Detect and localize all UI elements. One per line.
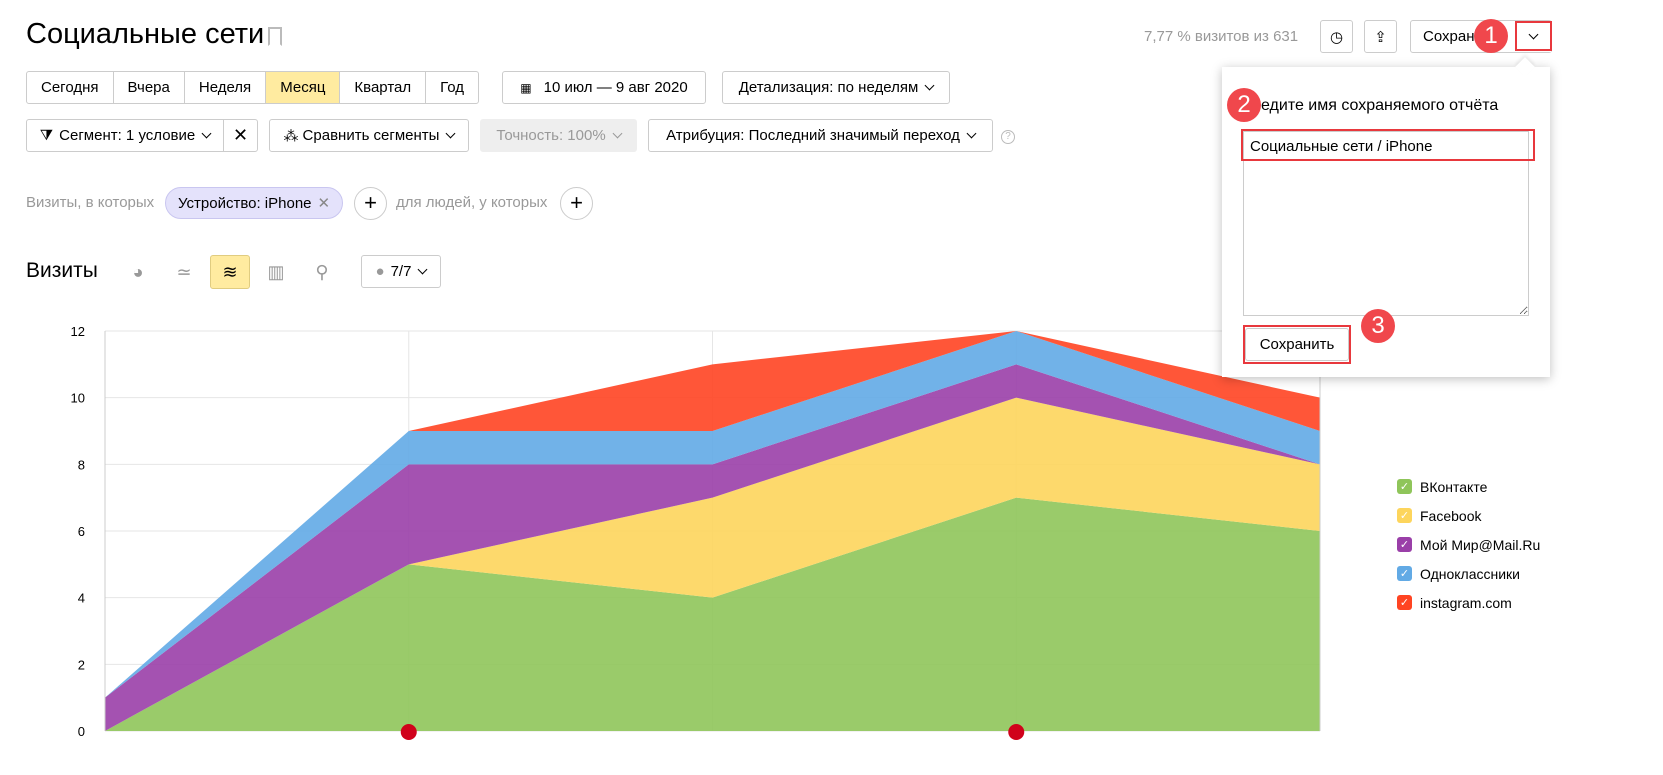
popup-arrow [1515,57,1535,77]
calendar-icon: ▦ [520,80,532,95]
export-button[interactable]: ⇪ [1364,20,1397,53]
notes-label: 7/7 [390,263,412,280]
comment-icon: ● [375,263,385,280]
step-badge: 1 [1474,19,1508,53]
detail-label: Детализация: по неделям [738,79,919,96]
legend-item[interactable]: ✓ Мой Мир@Mail.Ru [1397,530,1540,559]
segment-label: Сегмент: 1 условие [59,127,196,144]
filter-chip-label: Устройство: iPhone [178,194,312,212]
bar-chart-icon[interactable]: ▥ [256,255,296,289]
history-button[interactable]: ◷ [1320,20,1353,53]
compare-label: Сравнить сегменты [302,127,440,144]
chevron-down-icon [446,128,456,139]
period-week[interactable]: Неделя [185,72,267,103]
annotation-marker [400,724,417,740]
legend-label: Одноклассники [1420,565,1521,582]
chevron-down-icon [966,128,977,139]
remove-icon[interactable]: ✕ [318,194,331,212]
legend-label: Мой Мир@Mail.Ru [1420,536,1541,553]
date-range-button[interactable]: ▦ 10 июл — 9 авг 2020 [502,71,706,104]
y-tick-label: 12 [71,324,85,339]
legend-item[interactable]: ✓ ВКонтакте [1397,472,1540,501]
chart-title: Визиты [26,259,98,282]
period-quarter[interactable]: Квартал [340,72,427,103]
legend-label: ВКонтакте [1420,478,1488,495]
checkbox-icon[interactable]: ✓ [1397,537,1412,552]
chevron-down-icon [201,128,212,139]
pie-chart-icon[interactable]: ◕ [118,255,158,289]
checkbox-icon[interactable]: ✓ [1397,566,1412,581]
add-visit-condition-button[interactable]: + [354,187,387,220]
legend-label: instagram.com [1420,594,1512,611]
annotation-marker [1008,724,1025,740]
help-icon[interactable]: ? [1001,130,1015,144]
map-icon[interactable]: ⚲ [302,255,342,289]
date-range-label: 10 июл — 9 авг 2020 [543,79,688,96]
compare-segments-dropdown[interactable]: ⁂ Сравнить сегменты [269,119,469,152]
popup-title: Введите имя сохраняемого отчёта [1242,97,1499,114]
accuracy-dropdown[interactable]: Точность: 100% [480,119,637,152]
filter-prefix: Визиты, в которых [26,194,155,211]
checkbox-icon[interactable]: ✓ [1397,479,1412,494]
period-year[interactable]: Год [426,72,478,103]
filter-icon: ⧩ [39,127,54,144]
bookmark-icon[interactable] [268,27,282,46]
y-tick-label: 8 [78,457,85,472]
chart-legend: ✓ ВКонтакте ✓ Facebook ✓ Мой Мир@Mail.Ru ✓ Одно… [1397,472,1540,617]
period-selector: Сегодня Вчера Неделя Месяц Квартал Год [26,71,480,104]
people-prefix: для людей, у которых [396,194,548,211]
chevron-down-icon [612,128,623,139]
y-tick-label: 0 [78,724,85,739]
add-people-condition-button[interactable]: + [560,187,593,220]
legend-item[interactable]: ✓ Facebook [1397,501,1540,530]
clear-segment-button[interactable]: ✕ [223,119,258,152]
highlight-box [1241,129,1535,161]
legend-item[interactable]: ✓ instagram.com [1397,588,1540,617]
page-title: Социальные сети [26,18,265,50]
stacked-area-chart: 0 2 4 6 8 10 12 [71,324,1321,740]
filter-chip[interactable]: Устройство: iPhone ✕ [165,187,344,219]
attribution-dropdown[interactable]: Атрибуция: Последний значимый переход [648,119,993,152]
drops-icon: ⁂ [283,127,299,145]
accuracy-label: Точность: 100% [496,127,606,144]
period-month[interactable]: Месяц [266,72,341,103]
visits-stats: 7,77 % визитов из 631 [1144,28,1299,45]
y-tick-label: 2 [78,657,85,672]
legend-label: Facebook [1420,507,1482,524]
legend-item[interactable]: ✓ Одноклассники [1397,559,1540,588]
y-tick-label: 6 [78,524,85,539]
segment-dropdown[interactable]: ⧩ Сегмент: 1 условие [26,119,224,152]
y-tick-label: 4 [78,591,85,606]
period-yesterday[interactable]: Вчера [114,72,185,103]
stacked-area-icon[interactable]: ≋ [210,255,250,289]
period-today[interactable]: Сегодня [27,72,114,103]
step-badge: 3 [1361,309,1395,343]
notes-dropdown[interactable]: ● 7/7 [361,255,441,288]
highlight-box [1243,325,1351,364]
chevron-down-icon [924,80,935,91]
y-tick-label: 10 [71,391,85,406]
checkbox-icon[interactable]: ✓ [1397,595,1412,610]
highlight-box [1515,21,1552,51]
attribution-label: Атрибуция: Последний значимый переход [666,127,960,144]
chevron-down-icon [418,264,428,275]
step-badge: 2 [1227,88,1261,122]
detail-dropdown[interactable]: Детализация: по неделям [722,71,950,104]
line-chart-icon[interactable]: ≃ [164,255,204,289]
checkbox-icon[interactable]: ✓ [1397,508,1412,523]
